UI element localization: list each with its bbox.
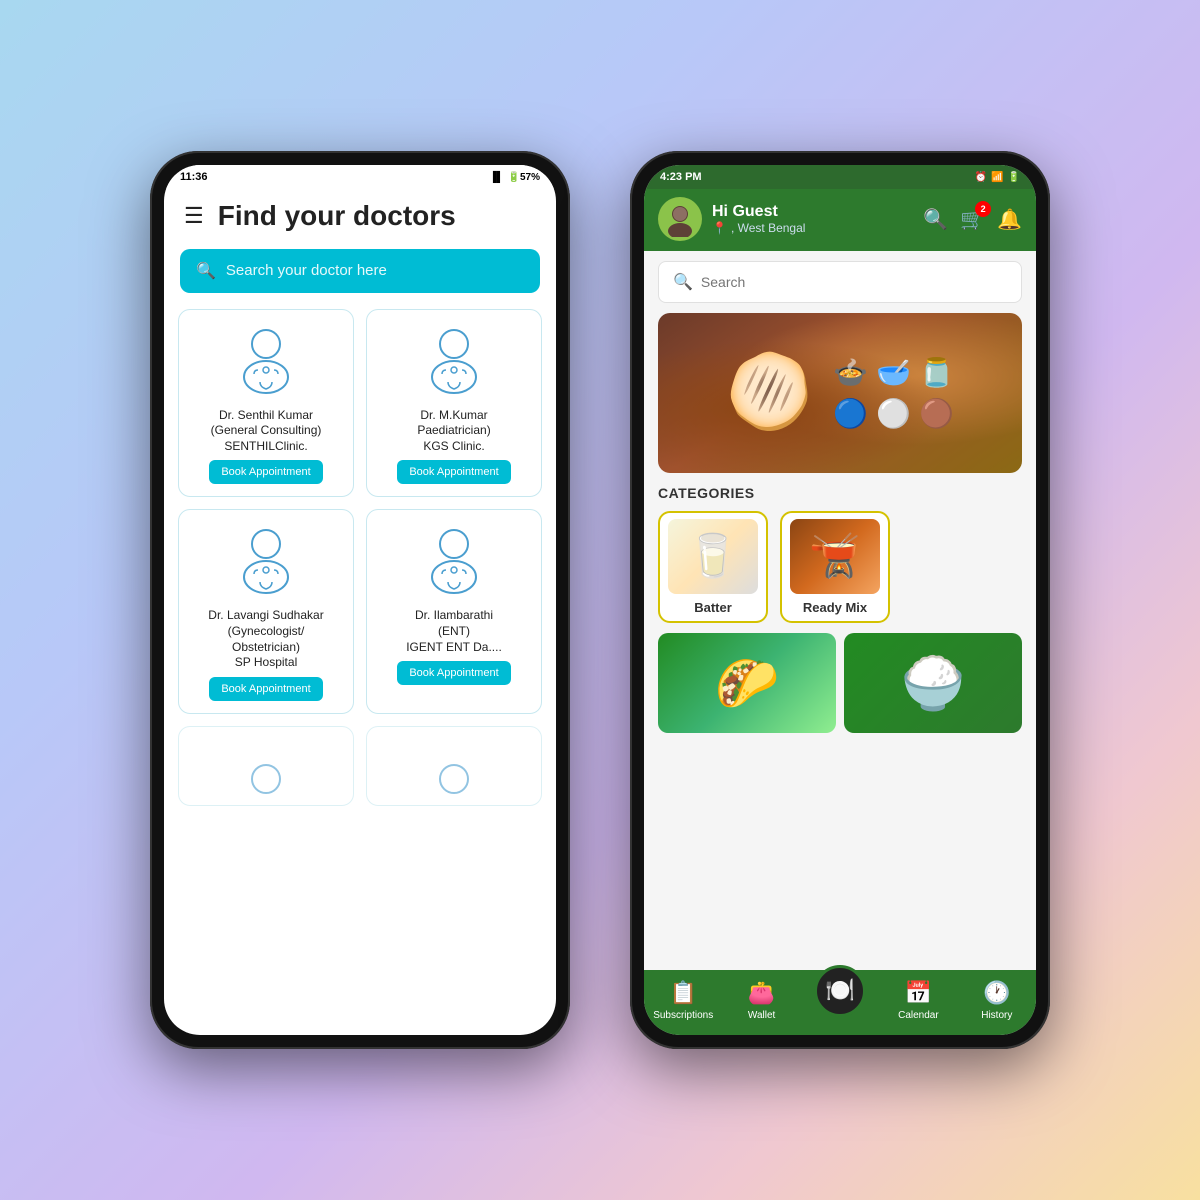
- doctor-card-3: Dr. Lavangi Sudhakar(Gynecologist/Obstet…: [178, 509, 354, 713]
- phones-container: 11:36 ▐▌ 🔋57% ☰ Find your doctors 🔍: [150, 151, 1050, 1049]
- nav-wallet[interactable]: 👛 Wallet: [732, 980, 792, 1021]
- left-status-icons: ▐▌ 🔋57%: [489, 172, 540, 183]
- food-banner: 🫓 🍲 🥣 🫙 🔵 ⚪ 🟤: [658, 313, 1022, 473]
- doctor-avatar-4: [414, 522, 494, 602]
- doctor-card-2: Dr. M.KumarPaediatrician)KGS Clinic. Boo…: [366, 309, 542, 498]
- search-icon-header[interactable]: 🔍: [923, 207, 948, 232]
- food-search-bar[interactable]: 🔍: [658, 261, 1022, 303]
- user-avatar: [658, 197, 702, 241]
- nav-home[interactable]: 🍽️: [810, 985, 870, 1017]
- right-phone-screen: 4:23 PM ⏰ 📶 🔋: [644, 165, 1036, 1035]
- category-batter[interactable]: 🥛 Batter: [658, 511, 768, 623]
- left-status-bar: 11:36 ▐▌ 🔋57%: [164, 165, 556, 189]
- doctor-avatar-3: [226, 522, 306, 602]
- readymix-label: Ready Mix: [803, 600, 867, 615]
- subscriptions-icon: 📋: [670, 980, 697, 1006]
- left-status-time: 11:36: [180, 171, 208, 183]
- doctor-search-icon: 🔍: [196, 261, 216, 281]
- book-btn-1[interactable]: Book Appointment: [209, 460, 322, 484]
- banner-visual: 🫓 🍲 🥣 🫙 🔵 ⚪ 🟤: [658, 313, 1022, 473]
- calendar-label: Calendar: [898, 1010, 939, 1021]
- clock-icon: ⏰: [975, 172, 987, 183]
- products-grid: 🌮 🍚: [658, 633, 1022, 733]
- cart-badge: 2: [975, 201, 991, 217]
- doctor-card-4: Dr. Ilambarathi(ENT)IGENT ENT Da.... Boo…: [366, 509, 542, 713]
- doctor-search-input[interactable]: [226, 262, 524, 279]
- wallet-label: Wallet: [748, 1010, 775, 1021]
- doctors-grid-partial: [164, 726, 556, 806]
- doctor-name-1: Dr. Senthil Kumar(General Consulting)SEN…: [211, 408, 322, 455]
- doctor-name-3: Dr. Lavangi Sudhakar(Gynecologist/Obstet…: [208, 608, 323, 670]
- categories-grid: 🥛 Batter 🫕 Ready Mix: [658, 511, 1022, 623]
- subscriptions-label: Subscriptions: [653, 1010, 713, 1021]
- signal-icon: ▐▌: [489, 172, 503, 183]
- header-info: Hi Guest 📍 , West Bengal: [712, 203, 913, 235]
- doctors-app: 11:36 ▐▌ 🔋57% ☰ Find your doctors 🔍: [164, 165, 556, 1035]
- header-greeting: Hi Guest: [712, 203, 913, 221]
- nav-calendar[interactable]: 📅 Calendar: [888, 980, 948, 1021]
- category-readymix[interactable]: 🫕 Ready Mix: [780, 511, 890, 623]
- doctor-card-6-partial: [366, 726, 542, 806]
- batter-image: 🥛: [668, 519, 758, 594]
- right-status-icons: ⏰ 📶 🔋: [975, 172, 1020, 183]
- dosa-product[interactable]: 🌮: [658, 633, 836, 733]
- doctors-grid: Dr. Senthil Kumar(General Consulting)SEN…: [164, 309, 556, 714]
- nav-history[interactable]: 🕐 History: [967, 980, 1027, 1021]
- right-status-time: 4:23 PM: [660, 171, 702, 183]
- doctor-name-2: Dr. M.KumarPaediatrician)KGS Clinic.: [417, 408, 490, 455]
- header-location: 📍 , West Bengal: [712, 221, 913, 235]
- history-icon: 🕐: [983, 980, 1010, 1006]
- location-pin-icon: 📍: [712, 221, 727, 235]
- left-phone: 11:36 ▐▌ 🔋57% ☰ Find your doctors 🔍: [150, 151, 570, 1049]
- left-phone-screen: 11:36 ▐▌ 🔋57% ☰ Find your doctors 🔍: [164, 165, 556, 1035]
- categories-title: CATEGORIES: [658, 485, 1022, 501]
- doctor-search-bar[interactable]: 🔍: [180, 249, 540, 293]
- doctor-name-4: Dr. Ilambarathi(ENT)IGENT ENT Da....: [406, 608, 502, 655]
- doctors-title: Find your doctors: [218, 199, 456, 233]
- idli-product[interactable]: 🍚: [844, 633, 1022, 733]
- doctor-avatar-1: [226, 322, 306, 402]
- hamburger-icon[interactable]: ☰: [184, 205, 204, 227]
- batter-label: Batter: [694, 600, 732, 615]
- wifi-icon: 📶: [991, 172, 1003, 183]
- food-search-icon: 🔍: [673, 272, 693, 292]
- header-actions: 🔍 🛒 2 🔔: [923, 207, 1022, 232]
- food-app: 4:23 PM ⏰ 📶 🔋: [644, 165, 1036, 1035]
- right-status-bar: 4:23 PM ⏰ 📶 🔋: [644, 165, 1036, 189]
- right-phone: 4:23 PM ⏰ 📶 🔋: [630, 151, 1050, 1049]
- food-header: Hi Guest 📍 , West Bengal 🔍 🛒 2 🔔: [644, 189, 1036, 251]
- home-icon: 🍽️: [825, 976, 855, 1005]
- nav-subscriptions[interactable]: 📋 Subscriptions: [653, 980, 713, 1021]
- cart-icon[interactable]: 🛒 2: [960, 207, 985, 232]
- bell-icon[interactable]: 🔔: [997, 207, 1022, 232]
- doctors-header: ☰ Find your doctors: [164, 189, 556, 249]
- calendar-icon: 📅: [905, 980, 932, 1006]
- doctor-avatar-5: [226, 737, 306, 806]
- bottom-nav: 📋 Subscriptions 👛 Wallet 🍽️ 📅: [644, 970, 1036, 1035]
- battery-icon: 🔋57%: [508, 172, 540, 183]
- products-section: 🌮 🍚: [644, 633, 1036, 970]
- doctor-card-1: Dr. Senthil Kumar(General Consulting)SEN…: [178, 309, 354, 498]
- wallet-icon: 👛: [748, 980, 775, 1006]
- doctor-avatar-6: [414, 737, 494, 806]
- doctor-card-5-partial: [178, 726, 354, 806]
- book-btn-2[interactable]: Book Appointment: [397, 460, 510, 484]
- book-btn-4[interactable]: Book Appointment: [397, 661, 510, 685]
- history-label: History: [981, 1010, 1012, 1021]
- book-btn-3[interactable]: Book Appointment: [209, 677, 322, 701]
- battery-icon-right: 🔋: [1008, 172, 1020, 183]
- home-button[interactable]: 🍽️: [814, 965, 866, 1017]
- readymix-image: 🫕: [790, 519, 880, 594]
- doctor-avatar-2: [414, 322, 494, 402]
- food-search-input[interactable]: [701, 274, 1007, 290]
- categories-section: CATEGORIES 🥛 Batter 🫕 Read: [644, 485, 1036, 633]
